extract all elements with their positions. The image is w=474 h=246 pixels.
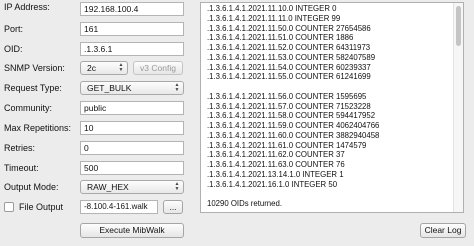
updown-arrows-icon: ▲ ▼ [174, 82, 180, 93]
ip-address-label: IP Address: [4, 2, 50, 12]
request-type-value: GET_BULK [87, 83, 132, 93]
log-line: .1.3.6.1.4.1.2021.11.59.0 COUNTER 406240… [207, 121, 380, 130]
snmp-version-value: 2c [87, 63, 96, 73]
updown-arrows-icon: ▲ ▼ [174, 181, 180, 192]
retries-field[interactable]: 0 [80, 141, 184, 155]
file-output-checkbox[interactable] [4, 202, 14, 212]
log-line: .1.3.6.1.4.1.2021.11.52.0 COUNTER 643119… [207, 43, 371, 52]
output-mode-label: Output Mode: [4, 182, 59, 192]
file-output-label: File Output [19, 202, 64, 212]
file-output-path-field[interactable]: -8.100.4-161.walk [80, 200, 158, 214]
max-repetitions-field[interactable]: 10 [80, 121, 184, 135]
updown-arrows-icon: ▲ ▼ [118, 62, 124, 73]
log-line: .1.3.6.1.4.1.2021.11.10.0 INTEGER 0 [207, 4, 337, 13]
log-line: 10290 OIDs returned. [207, 199, 282, 208]
retries-label: Retries: [4, 143, 36, 153]
log-line: .1.3.6.1.4.1.2021.11.58.0 COUNTER 594417… [207, 111, 376, 121]
community-field[interactable]: public [80, 101, 184, 115]
execute-mibwalk-button[interactable]: Execute MibWalk [80, 223, 184, 238]
log-line: .1.3.6.1.4.1.2021.11.50.0 COUNTER 276545… [207, 23, 371, 33]
community-label: Community: [4, 103, 53, 113]
scrollbar-thumb[interactable] [456, 6, 461, 46]
max-repetitions-label: Max Repetitions: [4, 123, 72, 133]
output-log[interactable]: .1.3.6.1.4.1.2021.11.10.0 INTEGER 0.1.3.… [200, 2, 464, 213]
request-type-label: Request Type: [4, 83, 62, 93]
log-line: .1.3.6.1.4.1.2021.11.54.0 COUNTER 602393… [207, 62, 371, 72]
output-mode-select[interactable]: RAW_HEX ▲ ▼ [80, 180, 184, 194]
log-line: .1.3.6.1.4.1.2021.11.11.0 INTEGER 99 [207, 13, 341, 23]
log-line: .1.3.6.1.4.1.2021.11.51.0 COUNTER 1886 [207, 33, 354, 43]
port-label: Port: [4, 24, 24, 34]
output-scrollbar[interactable] [453, 3, 463, 212]
browse-button[interactable]: ... [163, 200, 183, 214]
port-field[interactable]: 161 [80, 22, 184, 36]
log-line: .1.3.6.1.4.1.2021.11.57.0 COUNTER 715232… [207, 101, 371, 111]
timeout-field[interactable]: 500 [80, 161, 184, 175]
log-line: .1.3.6.1.4.1.2021.16.1.0 INTEGER 50 [207, 179, 338, 189]
log-line: .1.3.6.1.4.1.2021.11.62.0 COUNTER 37 [207, 150, 345, 160]
clear-log-button[interactable]: Clear Log [420, 223, 466, 238]
log-line: .1.3.6.1.4.1.2021.11.56.0 COUNTER 159569… [207, 91, 367, 101]
snmp-version-label: SNMP Version: [4, 63, 65, 73]
oid-field[interactable]: .1.3.6.1 [80, 42, 184, 56]
log-line: .1.3.6.1.4.1.2021.11.55.0 COUNTER 612416… [207, 72, 371, 82]
output-log-lines: .1.3.6.1.4.1.2021.11.10.0 INTEGER 0.1.3.… [201, 3, 463, 209]
log-line: .1.3.6.1.4.1.2021.11.61.0 COUNTER 147457… [207, 140, 367, 150]
request-type-select[interactable]: GET_BULK ▲ ▼ [80, 81, 184, 95]
ip-address-field[interactable]: 192.168.100.4 [80, 2, 184, 16]
log-line: .1.3.6.1.4.1.2021.11.60.0 COUNTER 388294… [207, 130, 380, 140]
v3-config-button[interactable]: v3 Config [133, 61, 183, 75]
output-mode-value: RAW_HEX [87, 182, 129, 192]
log-line: .1.3.6.1.4.1.2021.11.63.0 COUNTER 76 [207, 160, 345, 169]
timeout-label: Timeout: [4, 163, 39, 173]
oid-label: OID: [4, 44, 23, 54]
snmp-version-select[interactable]: 2c ▲ ▼ [80, 61, 128, 75]
log-line: .1.3.6.1.4.1.2021.11.53.0 COUNTER 582407… [207, 52, 376, 62]
log-line: .1.3.6.1.4.1.2021.13.14.1.0 INTEGER 1 [207, 169, 344, 179]
